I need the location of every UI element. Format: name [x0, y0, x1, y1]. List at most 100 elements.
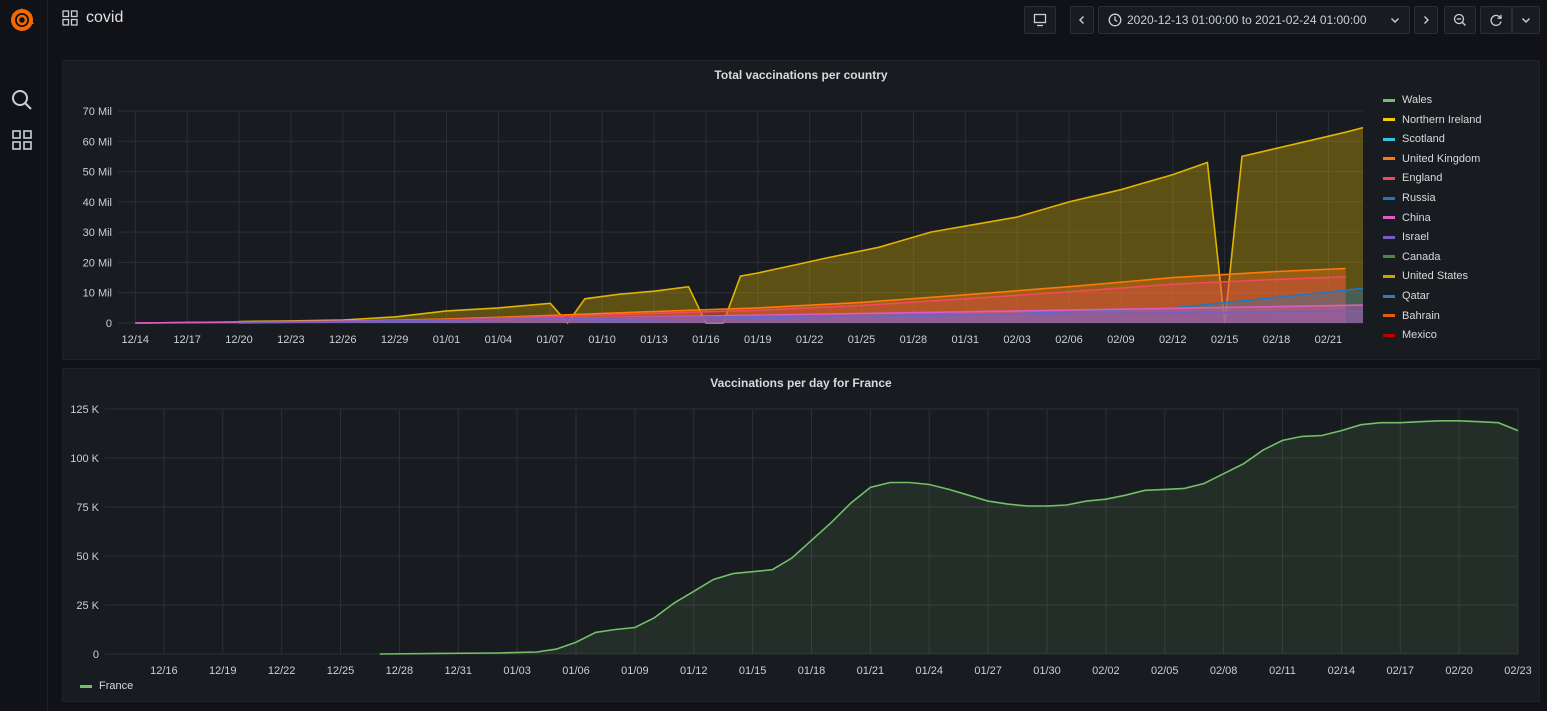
- x-tick-label: 01/01: [433, 334, 461, 346]
- y-tick-label: 125 K: [70, 404, 99, 416]
- legend-swatch: [1383, 235, 1395, 239]
- y-tick-label: 20 Mil: [83, 257, 112, 269]
- x-tick-label: 01/27: [974, 665, 1002, 677]
- x-tick-label: 02/09: [1107, 334, 1135, 346]
- x-tick-label: 01/12: [680, 665, 708, 677]
- time-range-text: 2020-12-13 01:00:00 to 2021-02-24 01:00:…: [1127, 13, 1367, 27]
- tv-mode-button[interactable]: [1024, 6, 1056, 34]
- legend-item-england[interactable]: England: [1383, 172, 1442, 184]
- legend-item-russia[interactable]: Russia: [1383, 192, 1436, 204]
- legend-label: Bahrain: [1402, 309, 1440, 322]
- x-tick-label: 02/18: [1263, 334, 1291, 346]
- x-tick-label: 02/12: [1159, 334, 1187, 346]
- legend-label: Canada: [1402, 250, 1441, 263]
- chevron-down-icon: [1391, 18, 1399, 23]
- legend-item-scotland[interactable]: Scotland: [1383, 133, 1445, 145]
- y-tick-label: 50 Mil: [83, 167, 112, 179]
- x-tick-label: 02/23: [1504, 665, 1532, 677]
- x-tick-label: 02/14: [1328, 665, 1356, 677]
- grafana-logo-icon[interactable]: [8, 6, 36, 34]
- dashboards-grid-icon[interactable]: [10, 128, 34, 152]
- zoom-out-button[interactable]: [1444, 6, 1476, 34]
- series-area-france: [379, 420, 1518, 654]
- legend-item-wales[interactable]: Wales: [1383, 94, 1432, 106]
- y-tick-label: 0: [93, 649, 99, 661]
- total-vaccinations-chart[interactable]: 0 10 Mil 20 Mil 30 Mil 40 Mil 50 Mil 60 Mil 70 …: [63, 61, 1363, 361]
- legend-swatch: [1383, 157, 1395, 161]
- legend-label: United States: [1402, 270, 1469, 283]
- x-tick-label: 02/08: [1210, 665, 1238, 677]
- panel-total-vaccinations: Total vaccinations per country 0 10 Mil 20…: [62, 60, 1540, 360]
- y-tick-label: 100 K: [70, 453, 99, 465]
- legend-swatch: [1383, 118, 1395, 122]
- legend-label: France: [99, 680, 134, 692]
- legend-label: Qatar: [1402, 290, 1430, 302]
- france-daily-chart[interactable]: 0 25 K 50 K 75 K 100 K 125 K 12/16 12/19 12/22 12…: [63, 369, 1541, 703]
- x-tick-label: 01/31: [952, 334, 980, 346]
- legend-item-israel[interactable]: Israel: [1383, 231, 1429, 243]
- legend-label: Israel: [1402, 231, 1429, 244]
- x-tick-label: 01/13: [640, 334, 668, 346]
- x-tick-label: 01/28: [900, 334, 928, 346]
- chart-legend: Wales Northern Ireland Scotland United King…: [1383, 94, 1533, 352]
- x-tick-label: 12/26: [329, 334, 357, 346]
- legend-label: Russia: [1402, 192, 1436, 204]
- clock-icon: [1108, 13, 1122, 27]
- legend-swatch: [1383, 196, 1395, 200]
- y-tick-label: 75 K: [76, 502, 99, 514]
- legend-item-united-kingdom[interactable]: United Kingdom: [1383, 153, 1480, 165]
- legend-swatch: [1383, 137, 1395, 141]
- x-tick-label: 01/25: [848, 334, 876, 346]
- refresh-button[interactable]: [1480, 6, 1512, 34]
- sidebar: [0, 0, 48, 711]
- x-tick-label: 01/15: [739, 665, 767, 677]
- legend-item-china[interactable]: China: [1383, 212, 1431, 224]
- legend-swatch: [1383, 98, 1395, 102]
- dashboard-title-text: covid: [86, 9, 124, 26]
- x-tick-label: 12/25: [327, 665, 355, 677]
- x-tick-label: 12/20: [225, 334, 253, 346]
- legend-item-mexico[interactable]: Mexico: [1383, 329, 1437, 341]
- legend-item-qatar[interactable]: Qatar: [1383, 290, 1430, 302]
- refresh-interval-dropdown[interactable]: [1512, 6, 1540, 34]
- legend-swatch: [1383, 216, 1395, 220]
- x-tick-label: 01/22: [796, 334, 824, 346]
- x-tick-label: 02/15: [1211, 334, 1239, 346]
- dashboard-title[interactable]: covid: [62, 9, 123, 27]
- legend-swatch: [1383, 176, 1395, 180]
- legend-item-northern-ireland[interactable]: Northern Ireland: [1383, 114, 1482, 126]
- panel-france-daily: Vaccinations per day for France 0 25 K 50 …: [62, 368, 1540, 702]
- legend-item-bahrain[interactable]: Bahrain: [1383, 310, 1440, 322]
- top-navbar: covid 2020-12-13 01:00:00 to 2021-02-24 …: [48, 0, 1547, 44]
- legend-label: Wales: [1402, 94, 1433, 106]
- legend-label: Northern Ireland: [1402, 113, 1482, 126]
- x-tick-label: 12/17: [173, 334, 201, 346]
- time-range-forward-button[interactable]: [1414, 6, 1438, 34]
- dashboard-grid-icon: [62, 10, 78, 26]
- x-tick-label: 02/03: [1003, 334, 1031, 346]
- legend-label: Scotland: [1402, 133, 1445, 146]
- chevron-right-icon: [1424, 16, 1429, 24]
- time-range-picker[interactable]: 2020-12-13 01:00:00 to 2021-02-24 01:00:…: [1098, 6, 1410, 34]
- legend-label: England: [1402, 172, 1443, 185]
- x-tick-label: 01/19: [744, 334, 772, 346]
- x-tick-label: 02/11: [1269, 665, 1296, 677]
- x-tick-label: 02/21: [1315, 334, 1343, 346]
- legend-item-canada[interactable]: Canada: [1383, 251, 1441, 263]
- search-icon[interactable]: [10, 88, 34, 112]
- y-tick-label: 25 K: [76, 600, 99, 612]
- x-tick-label: 01/03: [503, 665, 531, 677]
- legend-item-united-states[interactable]: United States: [1383, 270, 1468, 282]
- time-range-back-button[interactable]: [1070, 6, 1094, 34]
- legend-swatch: [80, 684, 92, 688]
- x-tick-label: 01/09: [621, 665, 649, 677]
- x-tick-label: 02/05: [1151, 665, 1179, 677]
- y-tick-label: 50 K: [76, 551, 99, 563]
- x-tick-label: 12/29: [381, 334, 409, 346]
- legend-swatch: [1383, 314, 1395, 318]
- tv-mode-icon: [1033, 13, 1047, 27]
- legend-item-france[interactable]: France: [80, 680, 133, 692]
- x-tick-label: 01/04: [485, 334, 513, 346]
- y-tick-label: 60 Mil: [83, 136, 112, 148]
- x-tick-label: 01/16: [692, 334, 720, 346]
